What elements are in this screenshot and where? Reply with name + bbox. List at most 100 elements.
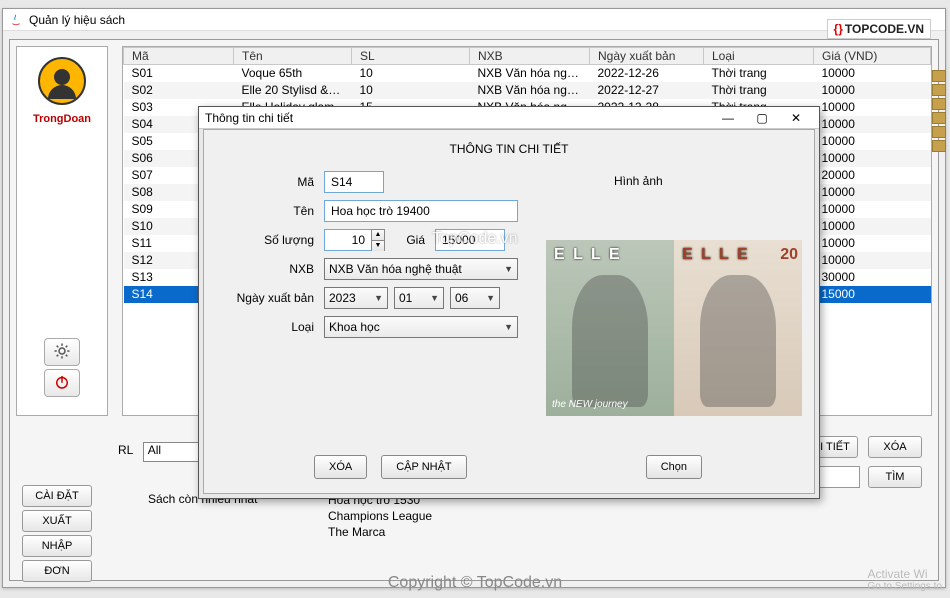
cell-loai: Thời trang [704, 65, 814, 82]
cell-ten: Elle 20 Stylisd & c… [234, 82, 352, 99]
day-select[interactable]: 06 [450, 287, 500, 309]
loai-label: Loại [234, 320, 314, 334]
dialog-body: THÔNG TIN CHI TIẾT Hình ảnh Mã Tên Số lư… [203, 129, 815, 494]
col-header[interactable]: Loại [704, 48, 814, 65]
maximize-button[interactable]: ▢ [745, 108, 779, 128]
cell-ngay: 2022-12-26 [590, 65, 704, 82]
cell-gia: 10000 [814, 116, 931, 133]
gia-input[interactable] [435, 229, 505, 251]
spinner-up-icon[interactable]: ▲ [372, 230, 384, 241]
dialog-heading: THÔNG TIN CHI TIẾT [204, 130, 814, 164]
logo-brace-icon: {} [834, 22, 843, 36]
cell-gia: 10000 [814, 201, 931, 218]
capnhat-button[interactable]: CẬP NHẬT [381, 455, 466, 479]
nxb-select[interactable]: NXB Văn hóa nghệ thuật [324, 258, 518, 280]
list-item: The Marca [328, 524, 432, 540]
sl-label: Số lượng [234, 233, 314, 247]
settings-button[interactable] [44, 338, 80, 366]
side-tab-icon [932, 112, 946, 124]
year-select[interactable]: 2023 [324, 287, 388, 309]
sidebar: TrongDoan [16, 46, 108, 416]
list-item: Champions League [328, 508, 432, 524]
cell-gia: 10000 [814, 184, 931, 201]
side-tab-icon [932, 98, 946, 110]
watermark-bottom: Copyright © TopCode.vn [388, 574, 562, 592]
xuat-button[interactable]: XUẤT [22, 510, 92, 532]
power-button[interactable] [44, 369, 80, 397]
ten-label: Tên [234, 204, 314, 218]
detail-dialog: Thông tin chi tiết — ▢ ✕ THÔNG TIN CHI T… [198, 106, 820, 499]
col-header[interactable]: Mã [124, 48, 234, 65]
ten-input[interactable] [324, 200, 518, 222]
avatar [38, 57, 86, 105]
caidat-button[interactable]: CÀI ĐẶT [22, 485, 92, 507]
sl-spinner[interactable]: ▲▼ [371, 229, 385, 251]
side-tab-icon [932, 70, 946, 82]
window-title: Quản lý hiệu sách [29, 13, 125, 27]
nhap-button[interactable]: NHẬP [22, 535, 92, 557]
ma-input[interactable] [324, 171, 384, 193]
tim-button[interactable]: TÌM [868, 466, 922, 488]
cell-gia: 10000 [814, 82, 931, 99]
image-preview: E L L E the NEW journey E L L E 20 [546, 240, 802, 416]
rl-label: RL [118, 443, 133, 457]
topcode-logo: {} TOPCODE.VN [827, 19, 931, 39]
cell-nxb: NXB Văn hóa ngh… [470, 82, 590, 99]
cell-ma: S02 [124, 82, 234, 99]
don-button[interactable]: ĐƠN [22, 560, 92, 582]
side-tabs [932, 68, 942, 154]
cell-ngay: 2022-12-27 [590, 82, 704, 99]
ngay-label: Ngày xuất bản [234, 291, 314, 305]
table-row[interactable]: S01Voque 65th10NXB Văn hóa ngh…2022-12-2… [124, 65, 931, 82]
gia-label: Giá [385, 233, 425, 247]
spinner-down-icon[interactable]: ▼ [372, 241, 384, 251]
cell-nxb: NXB Văn hóa ngh… [470, 65, 590, 82]
title-bar: Quản lý hiệu sách [3, 9, 945, 31]
gear-icon [53, 342, 71, 363]
side-tab-icon [932, 84, 946, 96]
chon-button[interactable]: Chọn [646, 455, 702, 479]
dialog-titlebar: Thông tin chi tiết — ▢ ✕ [199, 107, 819, 129]
cell-gia: 10000 [814, 235, 931, 252]
sachcon-list: Hoa học trò 1530Champions LeagueThe Marc… [328, 492, 432, 540]
activate-watermark: Activate Wi Go to Settings to [868, 567, 943, 592]
col-header[interactable]: NXB [470, 48, 590, 65]
col-header[interactable]: Giá (VND) [814, 48, 931, 65]
cell-ten: Voque 65th [234, 65, 352, 82]
magazine-cover-2: E L L E 20 [674, 240, 802, 416]
col-header[interactable]: Tên [234, 48, 352, 65]
hinhanh-label: Hình ảnh [614, 174, 663, 188]
sl-input[interactable] [324, 229, 372, 251]
table-row[interactable]: S02Elle 20 Stylisd & c…10NXB Văn hóa ngh… [124, 82, 931, 99]
magazine-cover-1: E L L E the NEW journey [546, 240, 674, 416]
nxb-label: NXB [234, 262, 314, 276]
ma-label: Mã [234, 175, 314, 189]
cell-gia: 30000 [814, 269, 931, 286]
cell-gia: 10000 [814, 150, 931, 167]
logo-text: TOPCODE.VN [845, 22, 924, 36]
cell-sl: 10 [352, 82, 470, 99]
cell-gia: 10000 [814, 133, 931, 150]
loai-select[interactable]: Khoa học [324, 316, 518, 338]
cell-gia: 15000 [814, 286, 931, 303]
dialog-title: Thông tin chi tiết [205, 111, 293, 125]
cell-gia: 10000 [814, 65, 931, 82]
cell-ma: S01 [124, 65, 234, 82]
cell-sl: 10 [352, 65, 470, 82]
cell-gia: 10000 [814, 99, 931, 116]
minimize-button[interactable]: — [711, 108, 745, 128]
month-select[interactable]: 01 [394, 287, 444, 309]
cell-gia: 20000 [814, 167, 931, 184]
close-button[interactable]: ✕ [779, 108, 813, 128]
dialog-xoa-button[interactable]: XÓA [314, 455, 367, 479]
java-icon [9, 13, 23, 27]
username: TrongDoan [17, 113, 107, 125]
xoa-button[interactable]: XÓA [868, 436, 922, 458]
cell-gia: 10000 [814, 218, 931, 235]
col-header[interactable]: Ngày xuất bản [590, 48, 704, 65]
power-icon [53, 373, 71, 394]
side-tab-icon [932, 126, 946, 138]
col-header[interactable]: SL [352, 48, 470, 65]
cell-gia: 10000 [814, 252, 931, 269]
cell-loai: Thời trang [704, 82, 814, 99]
